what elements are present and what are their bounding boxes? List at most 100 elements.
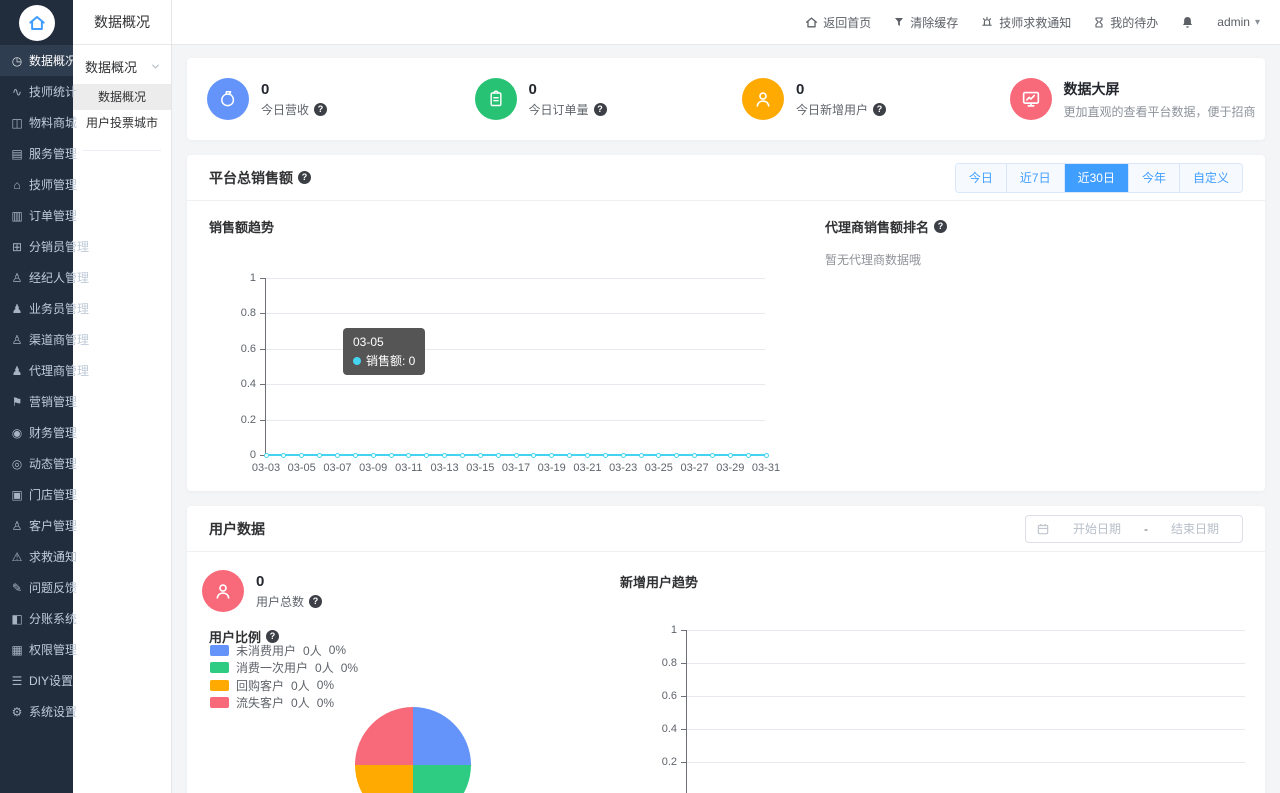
sidebar-item-technician[interactable]: ⌂ 技师管理: [0, 169, 77, 200]
permission-icon: ▦: [11, 642, 23, 657]
sidebar-item-permission[interactable]: ▦ 权限管理: [0, 634, 77, 665]
legend-count: 0人: [303, 643, 322, 658]
y-axis-label: 0.8: [661, 657, 677, 669]
bell-icon[interactable]: [1180, 15, 1195, 30]
data-point: [531, 453, 537, 458]
sidebar-item-stats[interactable]: ∿ 技师统计: [0, 76, 77, 107]
app-logo[interactable]: [0, 0, 73, 45]
sidebar-item-channel[interactable]: ♙ 渠道商管理: [0, 324, 89, 355]
sales-trend-chart[interactable]: 0 0.2 0.4 0.6 0.8 1 03-03 03-05 03-07 03-09 03-11 0…: [241, 272, 780, 474]
topbar-action-label: 清除缓存: [910, 15, 959, 30]
tab-自定义[interactable]: 自定义: [1178, 163, 1242, 192]
monitor-icon: [1009, 78, 1052, 120]
sidebar-item-customer[interactable]: ♙ 客户管理: [0, 510, 77, 541]
big-screen-entry[interactable]: 数据大屏 更加直观的查看平台数据，便于招商: [994, 78, 1262, 120]
help-icon[interactable]: ?: [309, 594, 323, 608]
topbar-action-filter[interactable]: 清除缓存: [893, 14, 958, 31]
sidebar-item-order[interactable]: ▥ 订单管理: [0, 200, 77, 231]
help-icon[interactable]: ?: [934, 220, 948, 233]
sidebar-item-agent[interactable]: ♟ 代理商管理: [0, 355, 89, 386]
help-icon[interactable]: ?: [593, 102, 607, 116]
sidebar-item-label: 分账系统: [29, 612, 78, 626]
help-icon[interactable]: ?: [873, 102, 887, 116]
tab-近7日[interactable]: 近7日: [1005, 163, 1064, 192]
sidebar-item-finance[interactable]: ◉ 财务管理: [0, 417, 77, 448]
sidebar-item-label: 渠道商管理: [29, 333, 90, 347]
legend-label: 流失客户: [236, 696, 285, 710]
legend-swatch: [210, 679, 229, 691]
help-icon[interactable]: ?: [314, 102, 328, 116]
data-point: [299, 453, 305, 458]
sidebar-item-label: 分销员管理: [29, 240, 90, 254]
sidebar-item-shop[interactable]: ▣ 门店管理: [0, 479, 77, 510]
sidebar-item-service[interactable]: ▤ 服务管理: [0, 138, 77, 169]
data-point: [334, 453, 340, 458]
submenu-item[interactable]: 用户投票城市: [73, 110, 171, 136]
sidebar-item-distributor[interactable]: ⊞ 分销员管理: [0, 231, 89, 262]
axis-tick: [260, 278, 265, 279]
gridline: [266, 419, 765, 421]
sidebar-item-ledger[interactable]: ◧ 分账系统: [0, 603, 77, 634]
sidebar-item-settings[interactable]: ⚙ 系统设置: [0, 696, 77, 727]
data-point: [745, 453, 751, 458]
gridline: [266, 348, 765, 350]
topbar-action-label: 技师求救通知: [999, 15, 1072, 30]
data-point: [567, 453, 573, 458]
series-dot-icon: [353, 356, 361, 365]
user-ratio-pie-chart[interactable]: [355, 707, 471, 793]
data-point: [602, 453, 608, 458]
gridline: [687, 696, 1245, 697]
tab-今日[interactable]: 今日: [955, 163, 1006, 192]
legend-item: 回购客户 0人 0%: [210, 678, 335, 693]
sidebar-item-diy[interactable]: ☰ DIY设置: [0, 665, 73, 696]
submenu-group-toggle[interactable]: 数据概况: [73, 45, 171, 84]
sidebar-item-feedback[interactable]: ✎ 问题反馈: [0, 572, 77, 603]
gridline: [687, 762, 1245, 763]
topbar-action-hourglass[interactable]: 我的待办: [1093, 14, 1158, 31]
y-axis-label: 0: [249, 449, 256, 461]
topbar-action-home[interactable]: 返回首页: [805, 14, 871, 31]
submenu-item[interactable]: 数据概况: [73, 84, 171, 110]
x-axis-label: 03-31: [751, 462, 781, 474]
sidebar-item-alert-bell[interactable]: ⚠ 求救通知: [0, 541, 77, 572]
data-point: [406, 453, 412, 458]
sidebar-item-salesman[interactable]: ♟ 业务员管理: [0, 293, 89, 324]
store-icon: ◫: [11, 115, 23, 130]
sidebar-item-clock[interactable]: ◷ 数据概况: [0, 45, 77, 76]
user-menu[interactable]: admin ▾: [1217, 15, 1260, 29]
sidebar-item-label: DIY设置: [29, 674, 74, 688]
sidebar-item-broker[interactable]: ♙ 经纪人管理: [0, 262, 89, 293]
y-axis-label: 0.4: [240, 378, 256, 391]
legend-percent: 0%: [316, 678, 335, 692]
sidebar-item-label: 问题反馈: [29, 581, 78, 595]
data-point: [709, 453, 715, 458]
legend-label: 消费一次用户: [236, 661, 309, 675]
gridline: [266, 313, 765, 315]
axis-tick: [681, 630, 686, 631]
date-range-tabs: 今日 近7日 近30日 今年 自定义: [954, 162, 1243, 193]
service-icon: ▤: [11, 146, 23, 161]
sidebar-item-marketing[interactable]: ⚑ 营销管理: [0, 386, 77, 417]
broker-icon: ♙: [11, 270, 23, 285]
user-total-stat: 0 用户总数?: [187, 570, 323, 612]
secondary-sidebar: 数据概况 数据概况 数据概况 用户投票城市: [73, 0, 172, 793]
legend-swatch: [210, 697, 229, 708]
date-range-picker[interactable]: 开始日期 - 结束日期: [1025, 514, 1243, 543]
page-title: 数据概况: [73, 0, 171, 45]
sales-section-title: 平台总销售额?: [209, 168, 311, 188]
tab-近30日[interactable]: 近30日: [1063, 163, 1128, 192]
data-point: [352, 453, 358, 458]
help-icon[interactable]: ?: [298, 171, 311, 184]
axis-tick: [681, 663, 686, 664]
alert-bell-icon: ⚠: [11, 549, 23, 564]
tab-今年[interactable]: 今年: [1127, 163, 1179, 192]
sidebar-item-store[interactable]: ◫ 物料商城: [0, 107, 77, 138]
axis-tick: [260, 384, 265, 386]
data-point: [727, 453, 733, 458]
data-point: [317, 453, 323, 458]
topbar-action-siren[interactable]: 技师求救通知: [980, 14, 1071, 31]
sidebar-item-label: 求救通知: [29, 550, 78, 564]
stat-label: 今日订单量?: [529, 101, 607, 118]
new-user-trend-chart[interactable]: 0.2 0.4 0.6 0.8 1: [662, 624, 1245, 793]
sidebar-item-feed[interactable]: ◎ 动态管理: [0, 448, 77, 479]
